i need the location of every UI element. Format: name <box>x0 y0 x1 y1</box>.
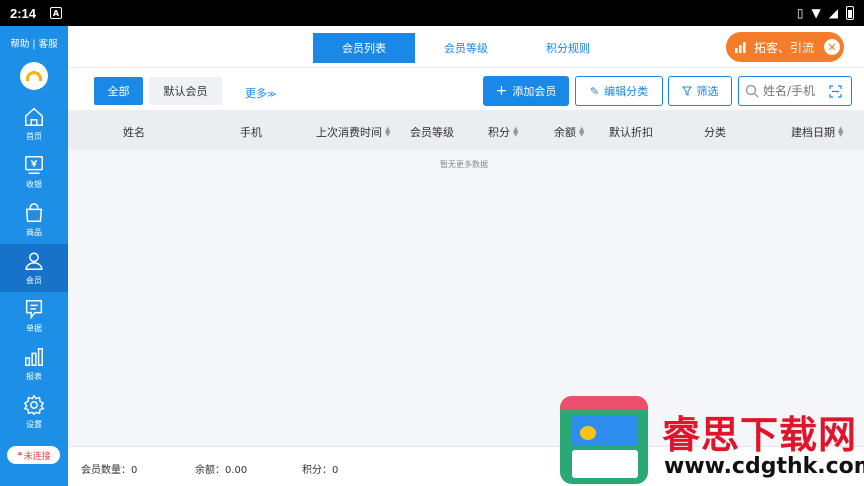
connection-status-badge[interactable]: ⚭ 未连接 <box>7 446 60 464</box>
sort-icon: ▲ ▼ <box>513 125 519 138</box>
add-member-label: 添加会员 <box>512 85 557 98</box>
add-member-button[interactable]: + 添加会员 <box>483 76 569 106</box>
promo-banner[interactable]: 拓客、引流 ✕ <box>726 32 844 62</box>
watermark-url: www.cdgthk.com <box>664 454 864 479</box>
bag-icon <box>25 203 43 222</box>
column-last-purchase[interactable]: 上次消费时间 ▲ ▼ <box>316 124 390 140</box>
vibrate-icon: ▯ <box>796 6 804 20</box>
total-points: 积分：0 <box>302 465 339 476</box>
watermark: 睿思下载网 www.cdgthk.com <box>558 396 864 486</box>
bar-chart-icon <box>25 348 43 366</box>
more-filters-link[interactable]: 更多≫ <box>245 85 276 101</box>
sidebar-item-members[interactable]: 会员 <box>0 244 68 292</box>
link-icon: ⚭ <box>16 450 24 460</box>
sidebar-item-label: 收银 <box>26 180 42 189</box>
sort-icon: ▲ ▼ <box>579 125 585 138</box>
search-input[interactable] <box>763 84 825 98</box>
filter-default-members-chip[interactable]: 默认会员 <box>149 77 222 105</box>
filter-all-chip[interactable]: 全部 <box>94 77 143 105</box>
sidebar-item-label: 商品 <box>26 228 42 237</box>
column-balance[interactable]: 余额 ▲ ▼ <box>554 124 584 140</box>
pencil-icon: ✎ <box>589 84 600 98</box>
sidebar-item-label: 首页 <box>26 132 42 141</box>
total-balance: 余额：0.00 <box>195 465 248 476</box>
top-bar: 会员列表 会员等级 积分规则 拓客、引流 ✕ <box>68 26 864 68</box>
growth-chart-icon <box>735 42 746 53</box>
sidebar-item-settings[interactable]: 设置 <box>0 388 68 436</box>
sidebar-item-cashier[interactable]: 收银 <box>0 148 68 196</box>
sidebar-item-products[interactable]: 商品 <box>0 196 68 244</box>
sort-icon: ▲ ▼ <box>385 125 391 138</box>
wifi-icon: ▼ <box>811 6 821 20</box>
search-icon <box>745 84 759 98</box>
help-link[interactable]: 帮助 | 客服 <box>0 26 68 50</box>
sidebar-item-home[interactable]: 首页 <box>0 100 68 148</box>
sort-icon: ▲ ▼ <box>838 125 844 138</box>
tab-member-list[interactable]: 会员列表 <box>313 33 415 63</box>
tab-member-levels[interactable]: 会员等级 <box>415 33 517 63</box>
sidebar: 帮助 | 客服 首页 收银 商品 会员 单据 报表 设置 ⚭ 未连接 <box>0 26 68 486</box>
home-icon <box>25 107 43 126</box>
receipt-icon <box>25 300 43 320</box>
more-label: 更多 <box>245 87 267 100</box>
status-icons: ▯ ▼ ◢ <box>797 6 854 20</box>
signal-icon: ◢ <box>828 6 838 20</box>
watermark-logo <box>560 396 648 484</box>
column-created-date[interactable]: 建档日期 ▲ ▼ <box>791 124 843 140</box>
column-phone: 手机 <box>240 126 262 139</box>
column-member-level: 会员等级 <box>410 126 454 139</box>
status-time: 2:14 <box>10 5 37 21</box>
filter-label: 筛选 <box>696 85 719 98</box>
notification-icon: A <box>50 7 63 19</box>
cashier-icon <box>25 156 43 174</box>
search-box <box>738 76 852 106</box>
column-default-discount: 默认折扣 <box>609 126 653 139</box>
toolbar: 全部 默认会员 更多≫ + 添加会员 ✎ 编辑分类 筛选 <box>68 68 864 110</box>
edit-category-button[interactable]: ✎ 编辑分类 <box>575 76 663 106</box>
chevron-down-icon: ≫ <box>267 90 277 100</box>
watermark-title: 睿思下载网 <box>662 413 858 457</box>
tab-bar: 会员列表 会员等级 积分规则 <box>313 33 619 63</box>
sidebar-item-reports[interactable]: 报表 <box>0 340 68 388</box>
plus-icon: + <box>495 83 508 99</box>
funnel-icon <box>681 86 692 96</box>
close-icon[interactable]: ✕ <box>824 39 840 55</box>
sidebar-item-orders[interactable]: 单据 <box>0 292 68 340</box>
connection-status-label: 未连接 <box>23 451 51 462</box>
app-logo <box>20 62 48 90</box>
battery-icon <box>846 6 854 20</box>
column-points[interactable]: 积分 ▲ ▼ <box>488 124 518 140</box>
sidebar-item-label: 设置 <box>26 420 42 429</box>
status-bar: 2:14 A ▯ ▼ ◢ <box>0 0 864 26</box>
scan-icon[interactable] <box>829 84 842 98</box>
tab-points-rules[interactable]: 积分规则 <box>517 33 619 63</box>
edit-category-label: 编辑分类 <box>604 85 649 98</box>
empty-state-text: 暂无更多数据 <box>440 160 488 169</box>
promo-label: 拓客、引流 <box>754 40 815 55</box>
sidebar-item-label: 报表 <box>26 372 42 381</box>
sidebar-item-label: 会员 <box>26 276 42 285</box>
column-category: 分类 <box>704 126 726 139</box>
member-count: 会员数量：0 <box>81 465 138 476</box>
table-header: 姓名 手机 上次消费时间 ▲ ▼ 会员等级 积分 ▲ ▼ 余额 ▲ ▼ 默认折扣 分类 建档… <box>68 110 864 150</box>
user-icon <box>25 252 43 270</box>
sidebar-item-label: 单据 <box>26 324 42 333</box>
gear-icon <box>23 394 45 416</box>
column-name: 姓名 <box>123 126 145 139</box>
filter-button[interactable]: 筛选 <box>668 76 732 106</box>
